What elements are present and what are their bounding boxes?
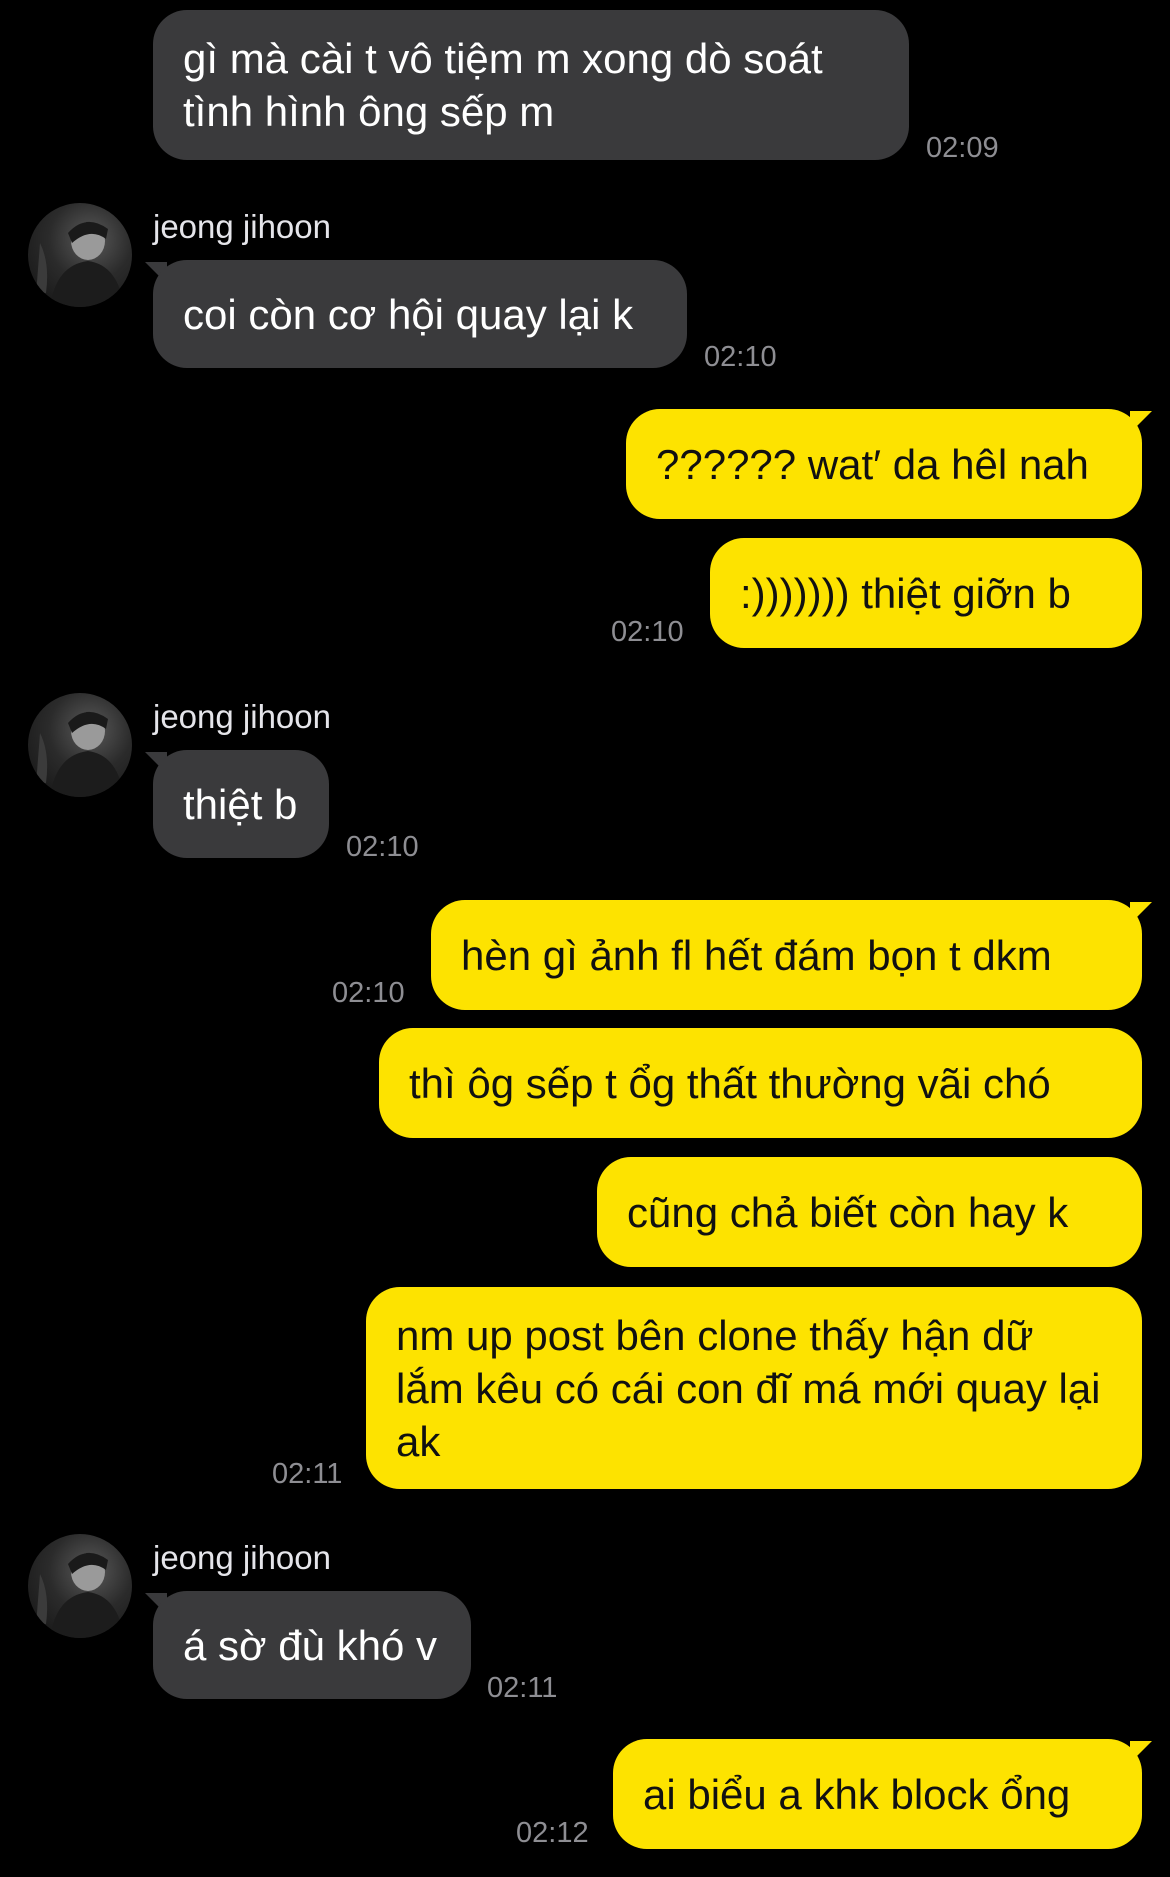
message-text: ai biểu a khk block ổng <box>643 1770 1071 1818</box>
message-text: thì ôg sếp t ổg thất thường vãi chó <box>409 1059 1051 1107</box>
message-text: hèn gì ảnh fl hết đám bọn t dkm <box>461 931 1052 979</box>
message-bubble-outgoing[interactable]: thì ôg sếp t ổg thất thường vãi chó <box>379 1028 1142 1138</box>
avatar[interactable] <box>28 203 132 307</box>
message-bubble-outgoing[interactable]: hèn gì ảnh fl hết đám bọn t dkm <box>431 900 1142 1010</box>
message-timestamp: 02:12 <box>516 1817 589 1849</box>
message-text: nm up post bên clone thấy hận dữ lắm kêu… <box>396 1312 1101 1465</box>
sender-name: jeong jihoon <box>153 208 331 245</box>
message-timestamp: 02:10 <box>704 341 777 373</box>
message-text: cũng chả biết còn hay k <box>627 1188 1069 1236</box>
message-timestamp: 02:11 <box>272 1458 343 1490</box>
message-timestamp: 02:10 <box>611 616 684 648</box>
sender-name: jeong jihoon <box>153 698 331 735</box>
message-bubble-incoming[interactable]: coi còn cơ hội quay lại k <box>153 260 687 368</box>
message-bubble-outgoing[interactable]: ai biểu a khk block ổng <box>613 1739 1142 1849</box>
message-bubble-incoming[interactable]: thiệt b <box>153 750 329 858</box>
profile-photo-icon <box>36 1552 124 1638</box>
message-bubble-outgoing[interactable]: :))))))) thiệt giỡn b <box>710 538 1142 648</box>
profile-photo-icon <box>36 221 124 307</box>
chat-thread[interactable]: gì mà cài t vô tiệm m xong dò soát tình … <box>0 0 1170 1877</box>
message-bubble-outgoing[interactable]: cũng chả biết còn hay k <box>597 1157 1142 1267</box>
sender-name: jeong jihoon <box>153 1539 331 1576</box>
message-timestamp: 02:10 <box>346 831 419 863</box>
message-bubble-outgoing[interactable]: ?????? wat′ da hêl nah <box>626 409 1142 519</box>
message-bubble-incoming[interactable]: gì mà cài t vô tiệm m xong dò soát tình … <box>153 10 909 160</box>
message-text: thiệt b <box>183 780 298 828</box>
message-text: á sờ đù khó v <box>183 1621 438 1669</box>
message-bubble-incoming[interactable]: á sờ đù khó v <box>153 1591 471 1699</box>
message-timestamp: 02:09 <box>926 132 999 164</box>
avatar[interactable] <box>28 693 132 797</box>
message-text: ?????? wat′ da hêl nah <box>656 440 1089 488</box>
message-bubble-outgoing[interactable]: nm up post bên clone thấy hận dữ lắm kêu… <box>366 1287 1142 1489</box>
message-timestamp: 02:11 <box>487 1672 558 1704</box>
message-text: gì mà cài t vô tiệm m xong dò soát tình … <box>183 35 823 135</box>
avatar[interactable] <box>28 1534 132 1638</box>
message-text: coi còn cơ hội quay lại k <box>183 290 634 338</box>
message-timestamp: 02:10 <box>332 977 405 1009</box>
profile-photo-icon <box>36 711 124 797</box>
message-text: :))))))) thiệt giỡn b <box>740 569 1071 617</box>
